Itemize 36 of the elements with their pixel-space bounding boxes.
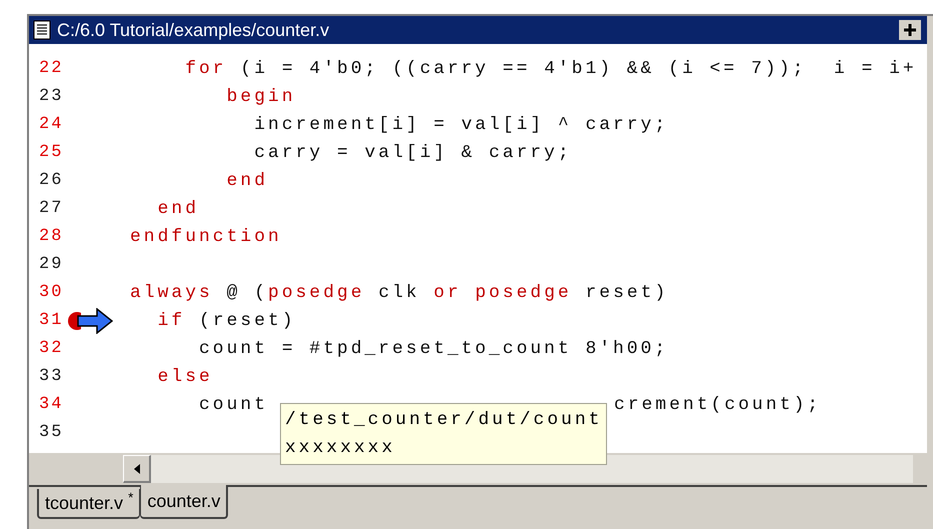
code-line: endfunction — [130, 226, 282, 249]
code-line: else — [156, 366, 213, 389]
code-line: for (i = 4'b0; ((carry == 4'b1) && (i <= 7)); i = i+ — [184, 58, 917, 81]
line-number: 27 — [38, 198, 64, 220]
line-number: 23 — [38, 86, 64, 108]
line-number: 28 — [38, 226, 64, 248]
left-arrow-icon — [134, 464, 140, 474]
code-editor[interactable] — [29, 44, 927, 453]
line-number: 22 — [38, 58, 64, 80]
line-number: 24 — [38, 114, 64, 136]
window-title: C:/6.0 Tutorial/examples/counter.v — [57, 18, 330, 42]
code-line: begin — [226, 86, 296, 109]
document-icon — [33, 20, 51, 40]
code-line: end — [226, 170, 268, 193]
line-number: 33 — [38, 366, 64, 388]
line-number: 26 — [38, 170, 64, 192]
code-line: carry = val[i] & carry; — [253, 142, 572, 165]
line-number: 30 — [38, 282, 64, 304]
scroll-left-button[interactable] — [123, 455, 151, 483]
code-line: always @ (posedge clk or posedge reset) — [130, 282, 668, 305]
file-tab[interactable]: counter.v — [140, 485, 228, 519]
line-number: 25 — [38, 142, 64, 164]
code-line: count = #tpd_reset_to_count 8'h00; — [198, 338, 668, 361]
add-icon[interactable] — [899, 20, 921, 40]
line-number: 32 — [38, 338, 64, 360]
line-number: 35 — [38, 422, 64, 444]
tooltip: /test_counter/dut/count xxxxxxxx — [280, 403, 608, 465]
line-number: 34 — [38, 394, 64, 416]
file-tab[interactable]: tcounter.v $^{*}$ — [37, 489, 140, 519]
line-number: 31 — [38, 310, 64, 332]
code-line: if (reset) — [156, 310, 296, 333]
code-line: end — [156, 198, 200, 221]
code-line: increment[i] = val[i] ^ carry; — [253, 114, 668, 137]
code-line: crement(count); — [614, 394, 822, 417]
line-number: 29 — [38, 254, 64, 276]
code-line: count — [198, 394, 268, 417]
